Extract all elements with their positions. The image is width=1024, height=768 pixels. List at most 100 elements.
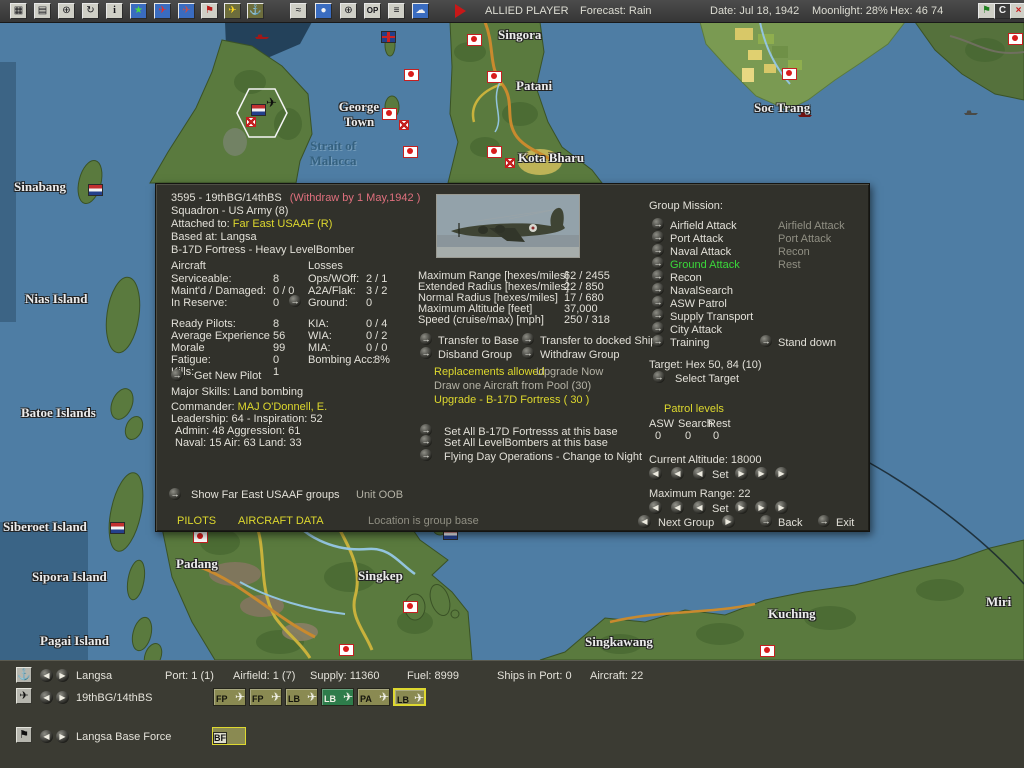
select-target-button[interactable]: Select Target	[675, 373, 739, 385]
japanese-flag-marker[interactable]	[193, 531, 208, 543]
altitude-dec-small[interactable]: ◀	[693, 467, 706, 480]
range-dec-large[interactable]: ◀	[649, 501, 662, 514]
mission-item-training[interactable]: Training	[670, 337, 709, 349]
mission-item-city-attack[interactable]: City Attack	[670, 324, 722, 336]
port-symbol[interactable]	[505, 158, 515, 168]
next-base-button[interactable]: ▶	[56, 669, 69, 682]
back-arrow[interactable]: →	[760, 515, 772, 527]
star-display-icon[interactable]: ★	[130, 3, 147, 19]
enemy-aircraft-icon[interactable]: ✈	[154, 3, 171, 19]
combat-events-icon[interactable]: C	[994, 3, 1011, 19]
mission-arrow[interactable]: →	[652, 231, 664, 243]
japanese-flag-marker[interactable]	[782, 68, 797, 80]
get-new-pilot-button[interactable]: Get New Pilot	[194, 370, 261, 382]
port-symbol[interactable]	[399, 120, 409, 130]
next-unit-button[interactable]: ▶	[56, 730, 69, 743]
stand-down-arrow[interactable]: →	[760, 335, 772, 347]
squadron-button-lb2-active[interactable]: LB ✈	[321, 688, 354, 706]
dutch-flag-marker[interactable]	[88, 184, 103, 196]
reserve-arrow-button[interactable]: →	[289, 295, 301, 307]
selected-group-name[interactable]: 19thBG/14thBS	[76, 692, 152, 704]
set-all-class-button[interactable]: Set All LevelBombers at this base	[444, 437, 608, 449]
mission-arrow[interactable]: →	[652, 322, 664, 334]
range-inc-small[interactable]: ▶	[735, 501, 748, 514]
japanese-flag-marker[interactable]	[339, 644, 354, 656]
japanese-flag-marker[interactable]	[403, 146, 418, 158]
mission-item-ground-attack-selected[interactable]: Ground Attack	[670, 259, 740, 271]
mission-item-port-attack[interactable]: Port Attack	[670, 233, 723, 245]
transfer-base-button[interactable]: Transfer to Base	[438, 335, 519, 347]
select-target-arrow[interactable]: →	[653, 371, 665, 383]
zoom-map-icon[interactable]: ⊕	[58, 3, 75, 19]
report-list-icon[interactable]: ▤	[34, 3, 51, 19]
japanese-flag-marker[interactable]	[467, 34, 482, 46]
upgrade-line-button[interactable]: Upgrade - B-17D Fortress ( 30 )	[434, 394, 589, 406]
altitude-inc-med[interactable]: ▶	[755, 467, 768, 480]
day-night-button[interactable]: Flying Day Operations - Change to Night	[444, 451, 642, 463]
operations-icon[interactable]: OP	[364, 3, 381, 19]
mission-arrow[interactable]: →	[652, 244, 664, 256]
next-group-label[interactable]: Next Group	[658, 517, 714, 529]
globe-cycle-icon[interactable]: ↻	[82, 3, 99, 19]
unit-oob-button[interactable]: Unit OOB	[356, 489, 403, 501]
mission-arrow[interactable]: →	[652, 335, 664, 347]
mission-item-naval-attack[interactable]: Naval Attack	[670, 246, 731, 258]
squadron-button-lb3-selected[interactable]: LB ✈	[393, 688, 426, 706]
range-set-button[interactable]: Set	[712, 503, 729, 515]
pilots-tab[interactable]: PILOTS	[177, 515, 216, 527]
next-group-button[interactable]: ▶	[722, 515, 735, 528]
back-button[interactable]: Back	[778, 517, 802, 529]
range-dec-small[interactable]: ◀	[693, 501, 706, 514]
aircraft-display-icon[interactable]: ✈	[224, 3, 241, 19]
upgrade-now-button[interactable]: Upgrade Now	[536, 366, 603, 378]
draw-pool-button[interactable]: Draw one Aircraft from Pool (30)	[434, 380, 591, 392]
dutch-flag-marker[interactable]	[110, 522, 125, 534]
get-new-pilot-arrow[interactable]: →	[171, 369, 183, 381]
altitude-inc-small[interactable]: ▶	[735, 467, 748, 480]
base-mode-icon[interactable]: ⚓	[16, 667, 32, 683]
naval-display-icon[interactable]: ≈	[290, 3, 307, 19]
next-group-nav-button[interactable]: ▶	[56, 691, 69, 704]
prev-group-nav-button[interactable]: ◀	[40, 691, 53, 704]
replacements-toggle[interactable]: Replacements allowed	[434, 366, 545, 378]
transfer-ship-button[interactable]: Transfer to docked Ship	[540, 335, 656, 347]
ground-unit-name[interactable]: Langsa Base Force	[76, 731, 171, 743]
japanese-flag-marker[interactable]	[403, 601, 418, 613]
squadron-button-fp2[interactable]: FP ✈	[249, 688, 282, 706]
save-flag-icon[interactable]: ⚑	[978, 3, 995, 19]
mission-item-naval-search[interactable]: NavalSearch	[670, 285, 733, 297]
run-turn-icon[interactable]	[455, 4, 466, 18]
attached-hq-link[interactable]: Far East USAAF (R)	[233, 218, 333, 230]
prev-base-button[interactable]: ◀	[40, 669, 53, 682]
squadron-button-pa[interactable]: PA ✈	[357, 688, 390, 706]
info-icon[interactable]: i	[106, 3, 123, 19]
world-map-icon[interactable]: ●	[315, 3, 332, 19]
range-dec-med[interactable]: ◀	[671, 501, 684, 514]
japanese-flag-marker[interactable]	[760, 645, 775, 657]
japanese-flag-marker[interactable]	[404, 69, 419, 81]
altitude-inc-large[interactable]: ▶	[775, 467, 788, 480]
airgroup-mode-icon[interactable]: ✈	[16, 688, 32, 704]
stand-down-button[interactable]: Stand down	[778, 337, 836, 349]
squadron-button-lb1[interactable]: LB ✈	[285, 688, 318, 706]
prev-group-button[interactable]: ◀	[638, 515, 651, 528]
base-name[interactable]: Langsa	[76, 670, 112, 682]
weather-display-icon[interactable]: ☁	[412, 3, 429, 19]
prev-unit-button[interactable]: ◀	[40, 730, 53, 743]
mission-arrow[interactable]: →	[652, 296, 664, 308]
transfer-ship-arrow[interactable]: →	[522, 333, 534, 345]
dutch-flag-marker[interactable]	[251, 104, 266, 116]
altitude-set-button[interactable]: Set	[712, 469, 729, 481]
quit-icon[interactable]: ×	[1010, 3, 1024, 19]
japanese-flag-marker[interactable]	[382, 108, 397, 120]
friendly-aircraft-icon[interactable]: ✈	[178, 3, 195, 19]
altitude-dec-large[interactable]: ◀	[649, 467, 662, 480]
commander-name[interactable]: MAJ O'Donnell, E.	[238, 401, 328, 413]
mission-item-airfield-attack[interactable]: Airfield Attack	[670, 220, 737, 232]
altitude-dec-med[interactable]: ◀	[671, 467, 684, 480]
distance-ruler-icon[interactable]: ≡	[388, 3, 405, 19]
mission-arrow[interactable]: →	[652, 283, 664, 295]
range-inc-large[interactable]: ▶	[775, 501, 788, 514]
mission-arrow[interactable]: →	[652, 218, 664, 230]
withdraw-arrow[interactable]: →	[522, 347, 534, 359]
